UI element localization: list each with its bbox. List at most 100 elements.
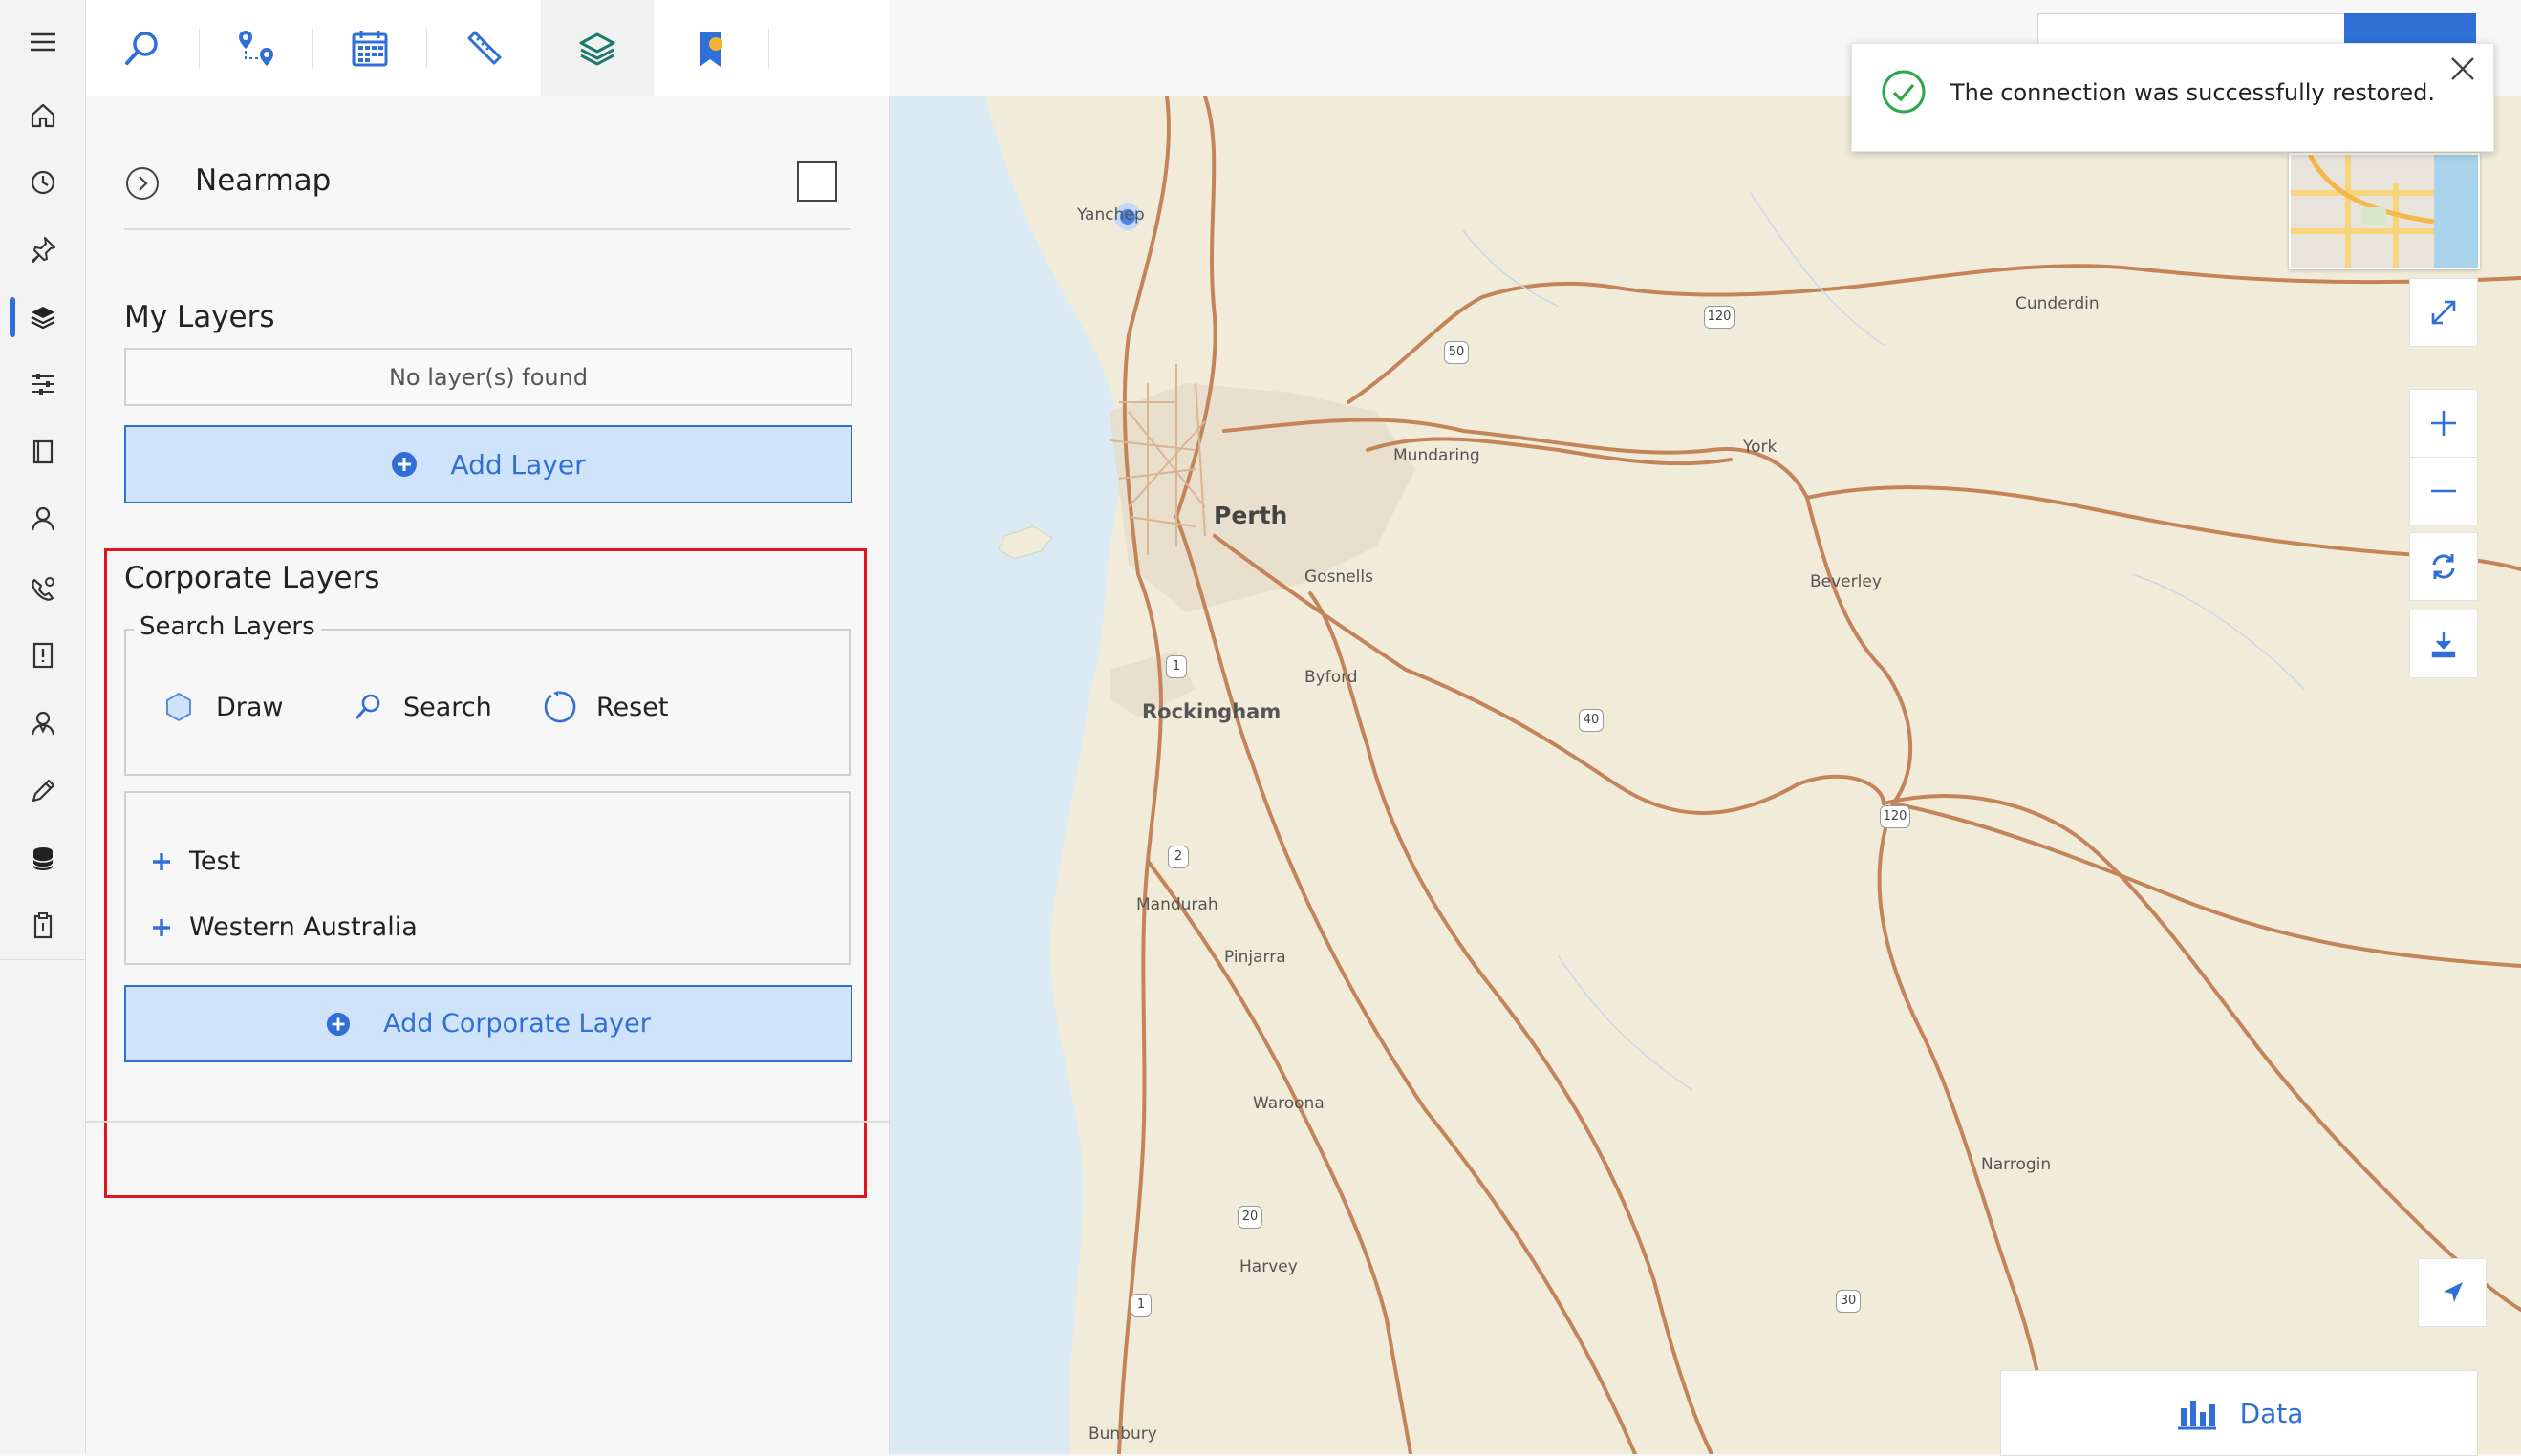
map-label-waroona: Waroona [1253, 1094, 1325, 1113]
expand-plus-icon [153, 918, 170, 936]
support-icon[interactable] [0, 560, 85, 617]
search-layers-button[interactable]: Search [352, 691, 492, 723]
expand-arrows-icon [2431, 300, 2456, 325]
refresh-icon [2432, 554, 2455, 579]
route-shield: 20 [1238, 1206, 1262, 1229]
route-shield: 40 [1579, 709, 1604, 732]
refresh-map-button[interactable] [2409, 532, 2478, 601]
top-toolbar [86, 0, 889, 97]
reset-button[interactable]: Reset [541, 689, 668, 725]
pencil-icon[interactable] [0, 762, 85, 820]
map-label-york: York [1743, 438, 1778, 457]
search-tool-icon[interactable] [86, 0, 199, 96]
rail-divider [0, 959, 85, 960]
map-view[interactable]: Yanchep Perth Mundaring Gosnells Byford … [890, 96, 2521, 1454]
basemap-switcher[interactable] [2289, 153, 2480, 269]
route-shield: 120 [1880, 805, 1910, 828]
layers-icon[interactable] [0, 289, 85, 346]
map-label-yanchep: Yanchep [1077, 205, 1145, 225]
fullscreen-button[interactable] [2409, 278, 2478, 347]
reset-icon [544, 691, 576, 723]
home-icon[interactable] [0, 87, 85, 144]
clipboard-icon[interactable] [0, 897, 85, 954]
measure-tool-icon[interactable] [427, 0, 540, 96]
tree-item-test[interactable]: Test [151, 846, 240, 876]
nearmap-checkbox[interactable] [797, 161, 837, 202]
basemap [890, 96, 2521, 1454]
add-corporate-layer-label: Add Corporate Layer [383, 1009, 651, 1038]
route-shield: 30 [1836, 1290, 1861, 1313]
hexagon-icon [166, 692, 191, 722]
download-map-button[interactable] [2409, 610, 2478, 678]
bar-chart-icon [2177, 1401, 2216, 1430]
tree-item-western-australia[interactable]: Western Australia [151, 912, 418, 942]
pin-icon[interactable] [0, 221, 85, 278]
bookmark-tool-icon[interactable] [655, 0, 767, 96]
search-layers-legend: Search Layers [134, 612, 321, 641]
map-label-beverley: Beverley [1810, 572, 1882, 591]
corporate-layers-title: Corporate Layers [124, 561, 380, 595]
success-check-icon [1882, 70, 1926, 114]
map-label-mundaring: Mundaring [1393, 446, 1480, 465]
plus-circle-icon [327, 1012, 351, 1036]
minus-icon [2431, 489, 2456, 493]
plus-icon [2431, 411, 2456, 436]
add-layer-button[interactable]: Add Layer [124, 425, 852, 503]
map-label-perth: Perth [1214, 502, 1288, 529]
expand-plus-icon [153, 852, 170, 870]
database-icon[interactable] [0, 830, 85, 888]
calendar-tool-icon[interactable] [313, 0, 426, 96]
map-label-mandurah: Mandurah [1136, 895, 1218, 914]
layers-panel: Nearmap My Layers No layer(s) found Add … [86, 96, 890, 1454]
search-icon [356, 694, 380, 719]
divider [124, 228, 851, 230]
route-shield: 120 [1704, 306, 1735, 329]
map-label-pinjarra: Pinjarra [1224, 948, 1286, 967]
my-layers-title: My Layers [124, 300, 275, 334]
map-label-bunbury: Bunbury [1088, 1424, 1157, 1444]
nearmap-label: Nearmap [195, 163, 332, 198]
tree-item-label: Test [189, 846, 241, 876]
map-label-gosnells: Gosnells [1304, 567, 1373, 587]
history-icon[interactable] [0, 154, 85, 211]
layers-tool-icon[interactable] [541, 0, 654, 96]
map-label-byford: Byford [1304, 668, 1358, 687]
left-navigation-rail [0, 0, 86, 1454]
draw-button[interactable]: Draw [162, 691, 284, 723]
plus-circle-icon [392, 452, 418, 477]
report-icon[interactable] [0, 627, 85, 684]
toast-message: The connection was successfully restored… [1950, 79, 2435, 106]
data-button-label: Data [2239, 1397, 2304, 1429]
my-location-button[interactable] [2418, 1258, 2487, 1327]
map-label-narrogin: Narrogin [1981, 1155, 2052, 1174]
filters-icon[interactable] [0, 355, 85, 413]
route-shield: 2 [1168, 846, 1189, 868]
menu-icon[interactable] [0, 13, 85, 71]
user-icon[interactable] [0, 490, 85, 547]
map-label-rockingham: Rockingham [1142, 700, 1282, 723]
reset-label: Reset [596, 692, 669, 722]
no-layers-message: No layer(s) found [124, 348, 852, 406]
draw-label: Draw [216, 692, 284, 722]
toolbar-divider [768, 29, 769, 69]
close-icon[interactable] [2448, 54, 2477, 83]
zoom-out-button[interactable] [2409, 457, 2478, 525]
search-label: Search [403, 692, 492, 722]
download-icon [2431, 632, 2456, 658]
route-shield: 1 [1166, 655, 1187, 678]
contact-icon[interactable] [0, 695, 85, 752]
add-corporate-layer-button[interactable]: Add Corporate Layer [124, 985, 852, 1062]
map-label-cunderdin: Cunderdin [2015, 294, 2100, 313]
location-arrow-icon [2444, 1282, 2463, 1302]
book-icon[interactable] [0, 423, 85, 481]
expand-chevron-icon[interactable] [124, 165, 161, 202]
route-tool-icon[interactable] [200, 0, 312, 96]
map-label-harvey: Harvey [1239, 1257, 1298, 1276]
connection-toast: The connection was successfully restored… [1851, 43, 2494, 152]
route-shield: 50 [1444, 341, 1469, 364]
zoom-in-button[interactable] [2409, 389, 2478, 458]
add-layer-label: Add Layer [450, 448, 586, 481]
data-button[interactable]: Data [2000, 1370, 2478, 1456]
basemap-thumbnail-image [2291, 155, 2478, 268]
route-shield: 1 [1131, 1294, 1152, 1317]
